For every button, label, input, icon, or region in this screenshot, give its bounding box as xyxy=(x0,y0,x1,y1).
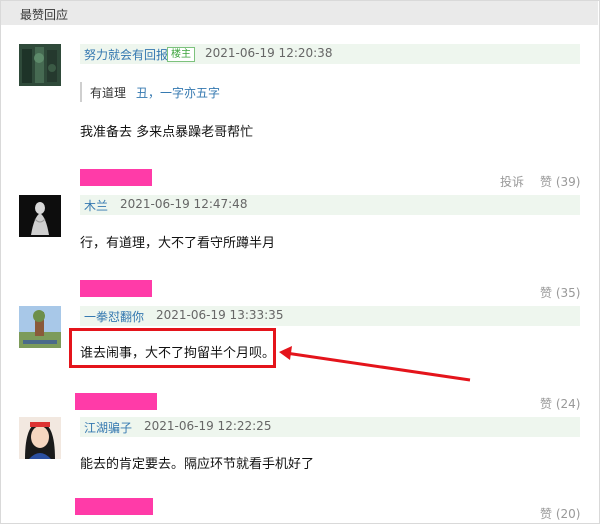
timestamp: 2021-06-19 13:33:35 xyxy=(156,308,284,322)
comment-meta: 木兰 2021-06-19 12:47:48 xyxy=(80,195,580,215)
section-title: 最赞回应 xyxy=(20,8,69,22)
comment-text: 能去的肯定要去。隔应环节就看手机好了 xyxy=(80,457,315,472)
report-button[interactable]: 投诉 xyxy=(500,173,524,190)
op-badge: 楼主 xyxy=(167,47,195,62)
avatar[interactable] xyxy=(19,417,61,459)
annotation-highlight-box xyxy=(69,328,276,368)
quote-author-link[interactable]: 丑，一字亦五字 xyxy=(136,84,220,101)
author-link[interactable]: 木兰 xyxy=(84,197,108,214)
redacted-block xyxy=(80,280,152,297)
annotation-arrow xyxy=(279,346,471,382)
avatar[interactable] xyxy=(19,306,61,348)
avatar[interactable] xyxy=(19,44,61,86)
like-button[interactable]: 赞 (20) xyxy=(540,505,580,522)
timestamp: 2021-06-19 12:22:25 xyxy=(144,419,272,433)
redacted-block xyxy=(75,393,157,410)
comment-meta: 努力就会有回报 楼主 2021-06-19 12:20:38 xyxy=(80,44,580,64)
like-button[interactable]: 赞 (24) xyxy=(540,395,580,412)
author-link[interactable]: 努力就会有回报 xyxy=(84,46,168,63)
comment-text: 行，有道理，大不了看守所蹲半月 xyxy=(80,236,276,251)
timestamp: 2021-06-19 12:47:48 xyxy=(120,197,248,211)
redacted-block xyxy=(75,498,153,515)
comment-text: 我准备去 多来点暴躁老哥帮忙 xyxy=(80,125,254,140)
section-header: 最赞回应 xyxy=(1,1,598,25)
comment-meta: 一拳怼翻你 2021-06-19 13:33:35 xyxy=(80,306,580,326)
quote-block: 有道理 丑，一字亦五字 xyxy=(80,82,220,102)
timestamp: 2021-06-19 12:20:38 xyxy=(205,46,333,60)
like-button[interactable]: 赞 (39) xyxy=(540,173,580,190)
quote-text: 有道理 xyxy=(90,86,127,100)
redacted-block xyxy=(80,169,152,186)
author-link[interactable]: 江湖骗子 xyxy=(84,419,132,436)
comment-panel xyxy=(0,0,600,524)
avatar[interactable] xyxy=(19,195,61,237)
comment-meta: 江湖骗子 2021-06-19 12:22:25 xyxy=(80,417,580,437)
like-button[interactable]: 赞 (35) xyxy=(540,284,580,301)
author-link[interactable]: 一拳怼翻你 xyxy=(84,308,144,325)
